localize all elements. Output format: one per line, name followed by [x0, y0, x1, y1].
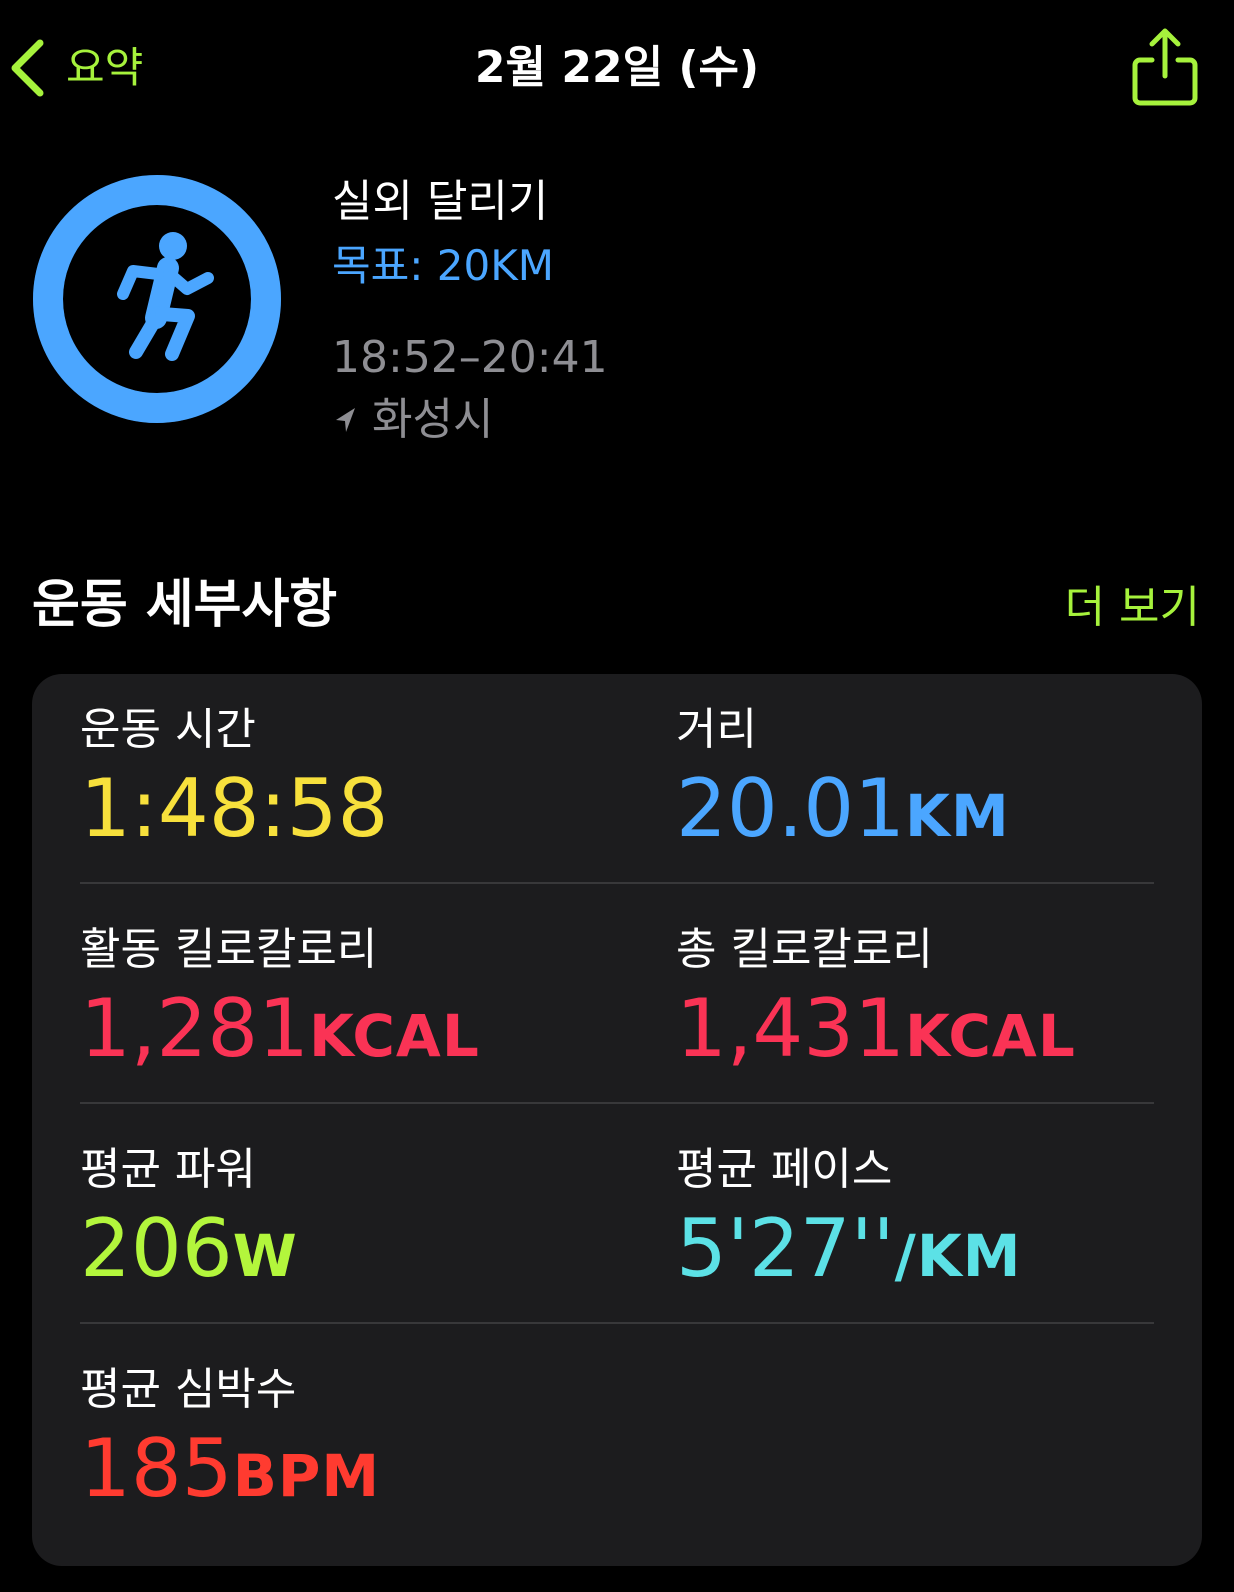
metric-number: 1:48:58	[80, 762, 389, 855]
metric-label: 운동 시간	[80, 704, 256, 755]
metric-number: 20.01	[676, 762, 906, 855]
workout-time-range: 18:52–20:41	[332, 332, 608, 383]
metric-total-calories: 총 킬로칼로리 1,431KCAL	[676, 894, 1196, 1116]
metric-value: 5'27''/KM	[676, 1204, 1022, 1316]
metric-unit: /KM	[894, 1222, 1022, 1290]
row-divider	[80, 882, 1154, 884]
metric-number: 206	[80, 1202, 233, 1295]
workout-goal: 목표: 20KM	[332, 241, 555, 290]
page-title: 2월 22일 (수)	[474, 42, 760, 93]
metric-active-calories: 활동 킬로칼로리 1,281KCAL	[80, 894, 600, 1116]
metric-value: 1:48:58	[80, 764, 388, 876]
metric-workout-time: 운동 시간 1:48:58	[80, 674, 600, 896]
metric-label: 평균 파워	[80, 1144, 256, 1195]
metric-number: 1,281	[80, 982, 310, 1075]
details-row: 활동 킬로칼로리 1,281KCAL 총 킬로칼로리 1,431KCAL	[80, 894, 1154, 1116]
metric-value: 185BPM	[80, 1424, 380, 1536]
workout-details-card: 운동 시간 1:48:58 거리 20.01KM 활동 킬로칼로리 1,281K…	[32, 674, 1202, 1566]
share-button[interactable]	[1130, 26, 1200, 108]
metric-label: 활동 킬로칼로리	[80, 924, 378, 975]
metric-average-heart-rate: 평균 심박수 185BPM	[80, 1334, 600, 1556]
metric-number: 185	[80, 1422, 233, 1515]
show-more-button[interactable]: 더 보기	[1065, 580, 1200, 636]
details-row: 평균 심박수 185BPM	[80, 1334, 1154, 1556]
metric-unit: KCAL	[309, 1002, 480, 1070]
location-name: 화성시	[372, 394, 494, 445]
metric-value: 20.01KM	[676, 764, 1010, 876]
metric-label: 평균 심박수	[80, 1364, 297, 1415]
running-figure-icon	[117, 232, 214, 361]
metric-average-pace: 평균 페이스 5'27''/KM	[676, 1114, 1196, 1336]
details-row: 운동 시간 1:48:58 거리 20.01KM	[80, 674, 1154, 896]
metric-label: 총 킬로칼로리	[676, 924, 933, 975]
section-title: 운동 세부사항	[32, 575, 338, 635]
metric-value: 1,281KCAL	[80, 984, 480, 1096]
location-arrow-icon	[332, 405, 372, 435]
metric-number: 1,431	[676, 982, 906, 1075]
metric-unit: W	[232, 1222, 298, 1290]
workout-type: 실외 달리기	[332, 176, 549, 227]
metric-number: 5'27''	[676, 1202, 895, 1295]
row-divider	[80, 1102, 1154, 1104]
row-divider	[80, 1322, 1154, 1324]
metric-value: 1,431KCAL	[676, 984, 1076, 1096]
metric-label: 평균 페이스	[676, 1144, 893, 1195]
metric-value: 206W	[80, 1204, 298, 1316]
details-row: 평균 파워 206W 평균 페이스 5'27''/KM	[80, 1114, 1154, 1336]
metric-unit: KCAL	[905, 1002, 1076, 1070]
goal-progress-ring	[30, 172, 284, 426]
metric-average-power: 평균 파워 206W	[80, 1114, 600, 1336]
metric-unit: BPM	[232, 1442, 381, 1510]
metric-distance: 거리 20.01KM	[676, 674, 1196, 896]
metric-label: 거리	[676, 704, 757, 755]
workout-location: 화성시	[332, 392, 493, 448]
metric-unit: KM	[905, 782, 1010, 850]
share-icon	[1130, 26, 1200, 108]
